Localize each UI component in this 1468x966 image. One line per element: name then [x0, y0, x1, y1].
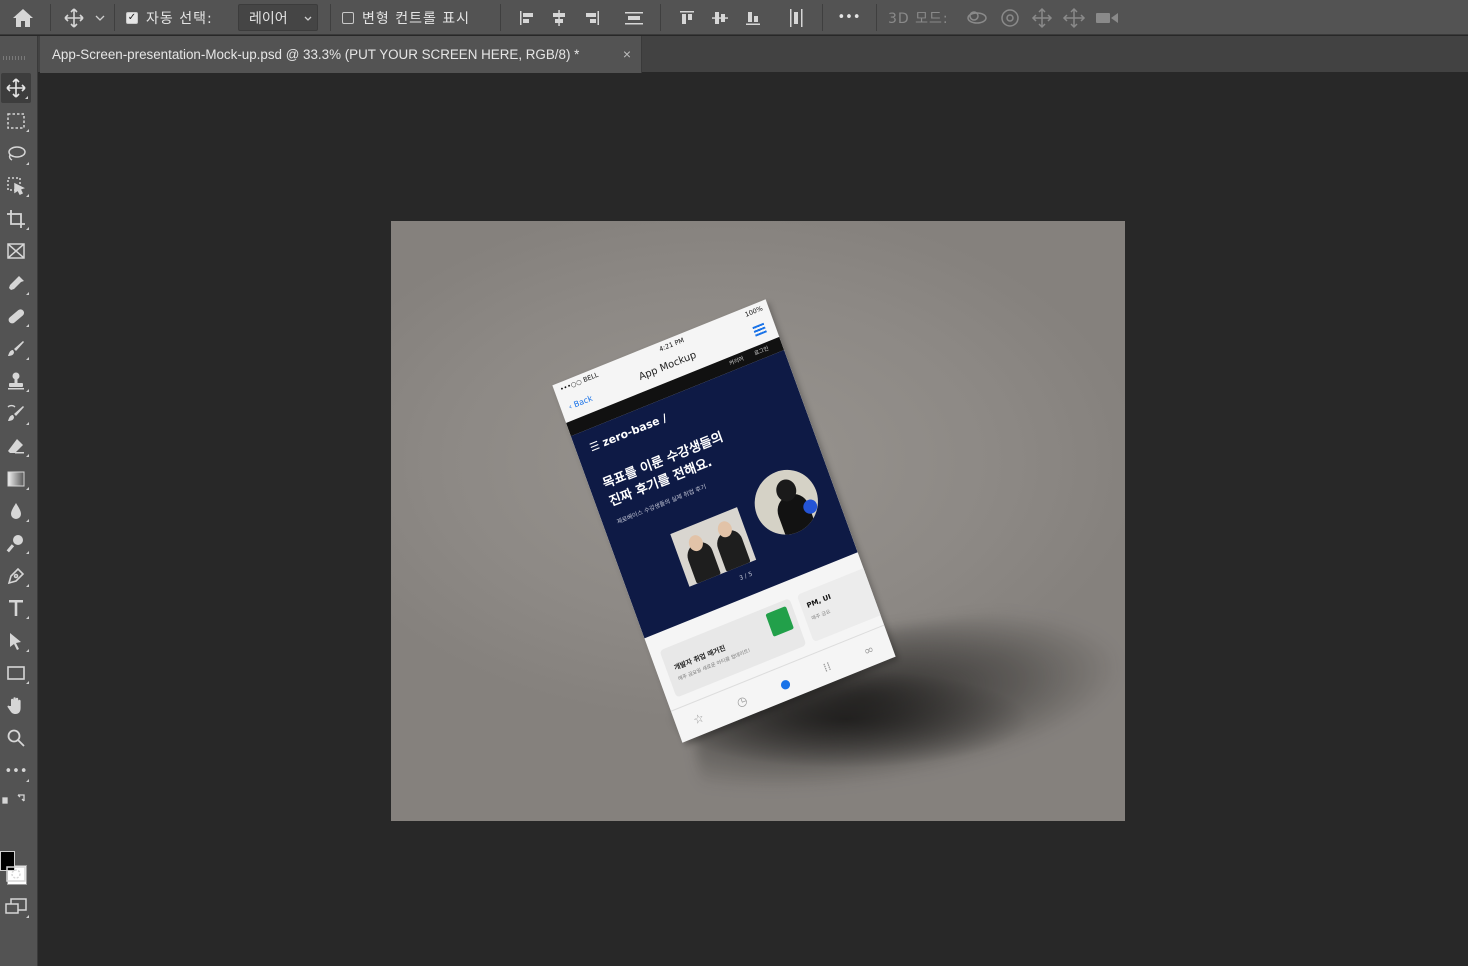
rectangle-shape-icon[interactable]: [0, 658, 32, 688]
lasso-icon[interactable]: [0, 139, 32, 169]
align-horizontal-centers-icon[interactable]: [546, 0, 572, 35]
more-icon: •••: [4, 763, 28, 779]
align-bottom-edges-icon[interactable]: [740, 0, 766, 35]
slide-3d-icon[interactable]: [1060, 0, 1088, 35]
distribute-horizontal-icon[interactable]: [782, 0, 810, 35]
mode-3d-label: 3D 모드:: [888, 10, 949, 27]
healing-brush-icon[interactable]: [0, 301, 32, 331]
document-tab-title: App-Screen-presentation-Mock-up.psd @ 33…: [52, 47, 580, 62]
auto-select-target-value: 레이어: [249, 10, 288, 27]
more-options-button[interactable]: •••: [834, 0, 864, 35]
scale-3d-camera-icon[interactable]: [1092, 0, 1122, 35]
align-right-edges-icon[interactable]: [579, 0, 605, 35]
move-tool-preset-icon[interactable]: [60, 0, 88, 35]
swap-colors-icon[interactable]: [0, 788, 32, 810]
more-icon: •••: [837, 10, 861, 25]
close-icon[interactable]: ×: [623, 46, 631, 62]
tools-panel: •••: [0, 36, 38, 966]
phone-mockup-screen: •••○○ BELL 4:21 PM 100% ‹ Back App Mocku…: [552, 299, 896, 743]
distribute-vertical-icon[interactable]: [620, 0, 648, 35]
transform-controls-label: 변형 컨트롤 표시: [362, 10, 471, 27]
gradient-icon[interactable]: [0, 464, 32, 494]
panel-grip[interactable]: [3, 56, 25, 60]
chevron-down-icon[interactable]: [92, 0, 108, 35]
contact-icon: ●: [777, 675, 793, 693]
align-left-edges-icon[interactable]: [514, 0, 540, 35]
align-top-edges-icon[interactable]: [674, 0, 700, 35]
document-tab[interactable]: App-Screen-presentation-Mock-up.psd @ 33…: [40, 36, 642, 73]
clone-stamp-icon[interactable]: [0, 366, 32, 396]
clock-icon: ◷: [734, 692, 750, 710]
zoom-icon[interactable]: [0, 723, 32, 753]
home-icon[interactable]: [8, 0, 38, 35]
move-tool-icon[interactable]: [1, 73, 31, 103]
grid-icon: ⁞⁞: [821, 658, 834, 676]
slide-counter: 3 / 5: [738, 570, 754, 583]
object-selection-icon[interactable]: [0, 171, 32, 201]
quick-mask-icon[interactable]: [0, 859, 32, 889]
card2-subtitle: 매주 금요: [810, 608, 832, 623]
auto-select-target-dropdown[interactable]: 레이어: [238, 4, 318, 31]
eyedropper-icon[interactable]: [0, 269, 32, 299]
blur-drop-icon[interactable]: [0, 496, 32, 526]
crop-icon[interactable]: [0, 204, 32, 234]
student-portrait: [745, 460, 827, 545]
history-brush-icon[interactable]: [0, 399, 32, 429]
more-tools-button[interactable]: •••: [0, 756, 32, 786]
mode-3d-label-wrap: 3D 모드:: [888, 0, 949, 35]
check-icon: ✓: [126, 11, 138, 24]
screen-mode-icon[interactable]: [0, 892, 32, 922]
auto-select-checkbox[interactable]: ✓: [124, 0, 140, 35]
dodge-icon[interactable]: [0, 528, 32, 558]
voicemail-icon: ∞: [861, 641, 876, 659]
rectangular-marquee-icon[interactable]: [0, 106, 32, 136]
checkbox-box: [342, 11, 354, 24]
auto-select-label-wrap: 자동 선택:: [146, 0, 213, 35]
eraser-icon[interactable]: [0, 431, 32, 461]
options-bar: ✓ 자동 선택: 레이어 변형 컨트롤 표시 ••• 3D 모드:: [0, 0, 1468, 35]
chevron-down-icon: [304, 16, 312, 21]
document-canvas[interactable]: •••○○ BELL 4:21 PM 100% ‹ Back App Mocku…: [391, 221, 1125, 821]
align-vertical-centers-icon[interactable]: [707, 0, 733, 35]
orbit-3d-icon[interactable]: [962, 0, 992, 35]
hand-icon[interactable]: [0, 691, 32, 721]
brush-icon[interactable]: [0, 334, 32, 364]
path-selection-icon[interactable]: [0, 626, 32, 656]
pen-icon[interactable]: [0, 561, 32, 591]
roll-3d-icon[interactable]: [996, 0, 1024, 35]
frame-icon[interactable]: [0, 236, 32, 266]
transform-controls-checkbox[interactable]: [340, 0, 356, 35]
auto-select-label: 자동 선택:: [146, 10, 213, 27]
transform-controls-label-wrap: 변형 컨트롤 표시: [362, 0, 470, 35]
star-icon: ☆: [691, 710, 707, 728]
pan-3d-icon[interactable]: [1028, 0, 1056, 35]
type-icon[interactable]: [0, 593, 32, 623]
document-icon: [765, 606, 795, 637]
